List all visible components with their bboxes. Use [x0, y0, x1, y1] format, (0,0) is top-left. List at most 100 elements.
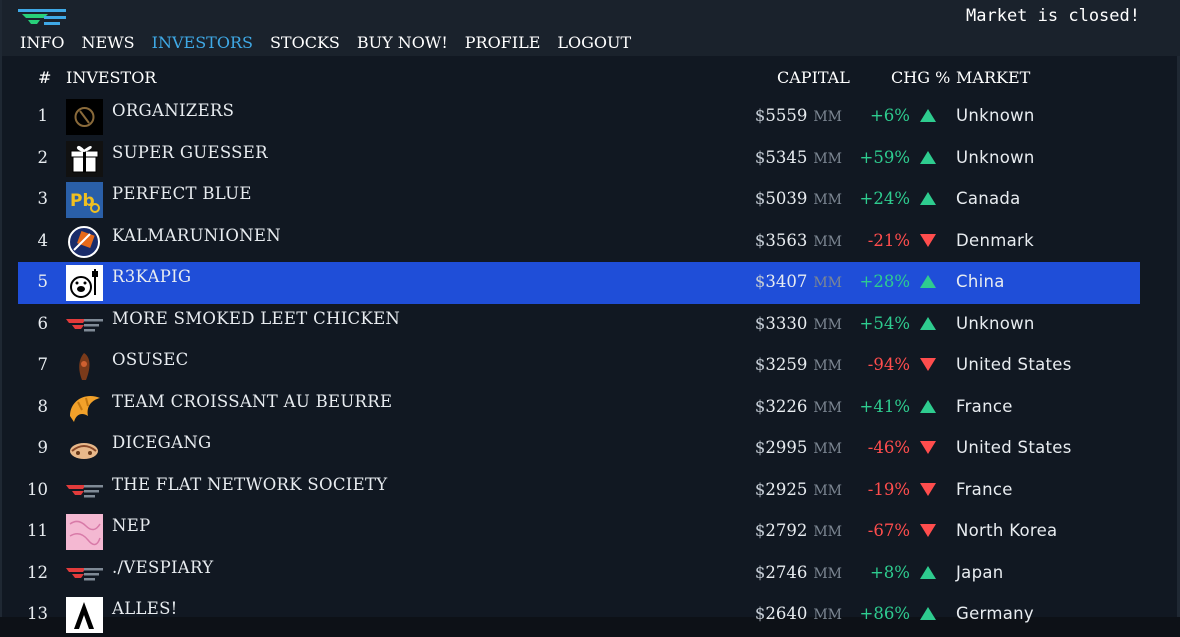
capital-unit: MM	[813, 524, 842, 540]
capital-amount: 2792	[765, 521, 808, 540]
market-country: Unknown	[956, 106, 1035, 125]
header-chg[interactable]: CHG %	[891, 68, 950, 87]
organizers-logo-icon	[66, 99, 103, 135]
capital-amount: 2995	[765, 438, 808, 457]
triangle-up-icon	[920, 192, 936, 206]
kalmar-shield-icon	[66, 224, 103, 260]
croissant-icon	[66, 390, 103, 426]
table-row[interactable]: 13 ALLES! $2640 MM +86% Germany	[18, 594, 1140, 636]
header-market[interactable]: MARKET	[956, 68, 1030, 87]
nav-info[interactable]: INFO	[20, 33, 65, 52]
capital-amount: 3259	[765, 355, 808, 374]
capital-value: $3563 MM	[754, 230, 842, 250]
capital-unit: MM	[813, 482, 842, 499]
capital-value: $2792 MM	[754, 521, 842, 540]
investor-name[interactable]: R3KAPIG	[112, 267, 191, 286]
row-rank: 11	[27, 521, 48, 540]
table-row[interactable]: 4 KALMARUNIONEN $3563 MM -21% Denmark	[18, 221, 1140, 263]
capital-amount: 3330	[765, 313, 808, 333]
pig-icon	[66, 265, 103, 301]
header-investor[interactable]: INVESTOR	[66, 68, 156, 87]
table-row[interactable]: 3 Pb PERFECT BLUE $5039 MM +24% Canada	[18, 179, 1140, 221]
capital-value: $2925 MM	[754, 479, 842, 499]
capital-unit: MM	[813, 233, 842, 250]
header-capital[interactable]: CAPITAL	[777, 68, 850, 87]
row-rank: 12	[27, 562, 48, 582]
change-percent: +8%	[869, 562, 910, 582]
investors-table: # INVESTOR CAPITAL CHG % MARKET 1 ORGANI…	[18, 60, 1140, 636]
table-row[interactable]: 8 TEAM CROISSANT AU BEURRE $3226 MM +41% …	[18, 387, 1140, 429]
row-rank: 5	[37, 272, 49, 291]
change-percent: +41%	[859, 396, 911, 416]
capital-unit: MM	[813, 109, 842, 125]
table-row[interactable]: 5 R3KAPIG $3407 MM +28% China	[18, 262, 1140, 304]
capital-unit: MM	[813, 565, 842, 582]
market-country: United States	[956, 438, 1072, 457]
capital-value: $3226 MM	[754, 396, 842, 416]
table-row[interactable]: 6 MORE SMOKED LEET CHICKEN $3330 MM +54% …	[18, 304, 1140, 346]
nav-profile[interactable]: PROFILE	[465, 33, 541, 52]
change-percent: +54%	[859, 313, 911, 333]
nav-buy-now[interactable]: BUY NOW!	[357, 33, 448, 52]
table-row[interactable]: 2 SUPER GUESSER $5345 MM +59% Unknown	[18, 138, 1140, 180]
row-rank: 3	[37, 189, 49, 208]
investor-name[interactable]: NEP	[112, 516, 150, 535]
market-country: North Korea	[956, 521, 1058, 540]
app-logo-icon[interactable]	[18, 8, 66, 28]
triangle-down-icon	[920, 358, 936, 372]
capital-amount: 3407	[765, 272, 808, 291]
market-country: Canada	[956, 189, 1021, 208]
table-row[interactable]: 1 ORGANIZERS $5559 MM +6% Unknown	[18, 96, 1140, 138]
investor-name[interactable]: ./VESPIARY	[112, 558, 213, 577]
pb-logo-icon: Pb	[66, 182, 103, 218]
capital-amount: 5345	[765, 147, 808, 167]
capital-amount: 3226	[765, 396, 808, 416]
investor-name[interactable]: ORGANIZERS	[112, 101, 234, 120]
capital-amount: 5559	[765, 106, 808, 125]
change-percent: +24%	[859, 189, 911, 208]
capital-unit: MM	[813, 607, 842, 623]
table-row[interactable]: 9 DICEGANG $2995 MM -46% United States	[18, 428, 1140, 470]
investor-name[interactable]: MORE SMOKED LEET CHICKEN	[112, 309, 400, 328]
capital-value: $2746 MM	[754, 562, 842, 582]
investor-name[interactable]: SUPER GUESSER	[112, 143, 268, 162]
change-percent: -67%	[867, 521, 910, 540]
triangle-up-icon	[920, 109, 936, 123]
capital-value: $3259 MM	[754, 355, 842, 374]
capital-unit: MM	[813, 150, 842, 167]
investor-name[interactable]: ALLES!	[112, 599, 178, 618]
row-rank: 1	[37, 106, 49, 125]
triangle-up-icon	[920, 150, 936, 165]
investor-name[interactable]: KALMARUNIONEN	[112, 226, 281, 245]
investor-name[interactable]: THE FLAT NETWORK SOCIETY	[112, 475, 387, 494]
nav-stocks[interactable]: STOCKS	[270, 33, 340, 52]
table-row[interactable]: 11 NEP $2792 MM -67% North Korea	[18, 511, 1140, 553]
investor-name[interactable]: OSUSEC	[112, 350, 189, 369]
nav-investors[interactable]: INVESTORS	[152, 33, 253, 52]
gift-box-icon	[66, 140, 103, 177]
row-rank: 13	[27, 604, 48, 623]
investor-name[interactable]: DICEGANG	[112, 433, 212, 452]
main-nav: INFO NEWS INVESTORS STOCKS BUY NOW! PROFILE LO…	[20, 33, 648, 52]
market-country: France	[956, 396, 1013, 416]
triangle-down-icon	[920, 441, 936, 455]
capital-value: $3407 MM	[754, 272, 842, 291]
investor-name[interactable]: PERFECT BLUE	[112, 184, 252, 203]
change-percent: -94%	[867, 355, 910, 374]
table-row[interactable]: 12 ./VESPIARY $2746 MM +8% Japan	[18, 553, 1140, 595]
market-country: Unknown	[956, 147, 1035, 167]
table-header: # INVESTOR CAPITAL CHG % MARKET	[18, 60, 1140, 96]
nav-logout[interactable]: LOGOUT	[557, 33, 631, 52]
row-rank: 7	[37, 355, 49, 374]
investor-name[interactable]: TEAM CROISSANT AU BEURRE	[112, 392, 392, 411]
osusec-logo-icon	[66, 348, 103, 384]
capital-amount: 5039	[765, 189, 808, 208]
market-country: Denmark	[956, 230, 1034, 250]
market-country: Japan	[956, 562, 1004, 582]
capital-value: $3330 MM	[754, 313, 842, 333]
header-num: #	[38, 68, 52, 87]
table-row[interactable]: 7 OSUSEC $3259 MM -94% United States	[18, 345, 1140, 387]
capital-amount: 2925	[765, 479, 808, 499]
table-row[interactable]: 10 THE FLAT NETWORK SOCIETY $2925 MM -19%…	[18, 470, 1140, 512]
nav-news[interactable]: NEWS	[82, 33, 135, 52]
